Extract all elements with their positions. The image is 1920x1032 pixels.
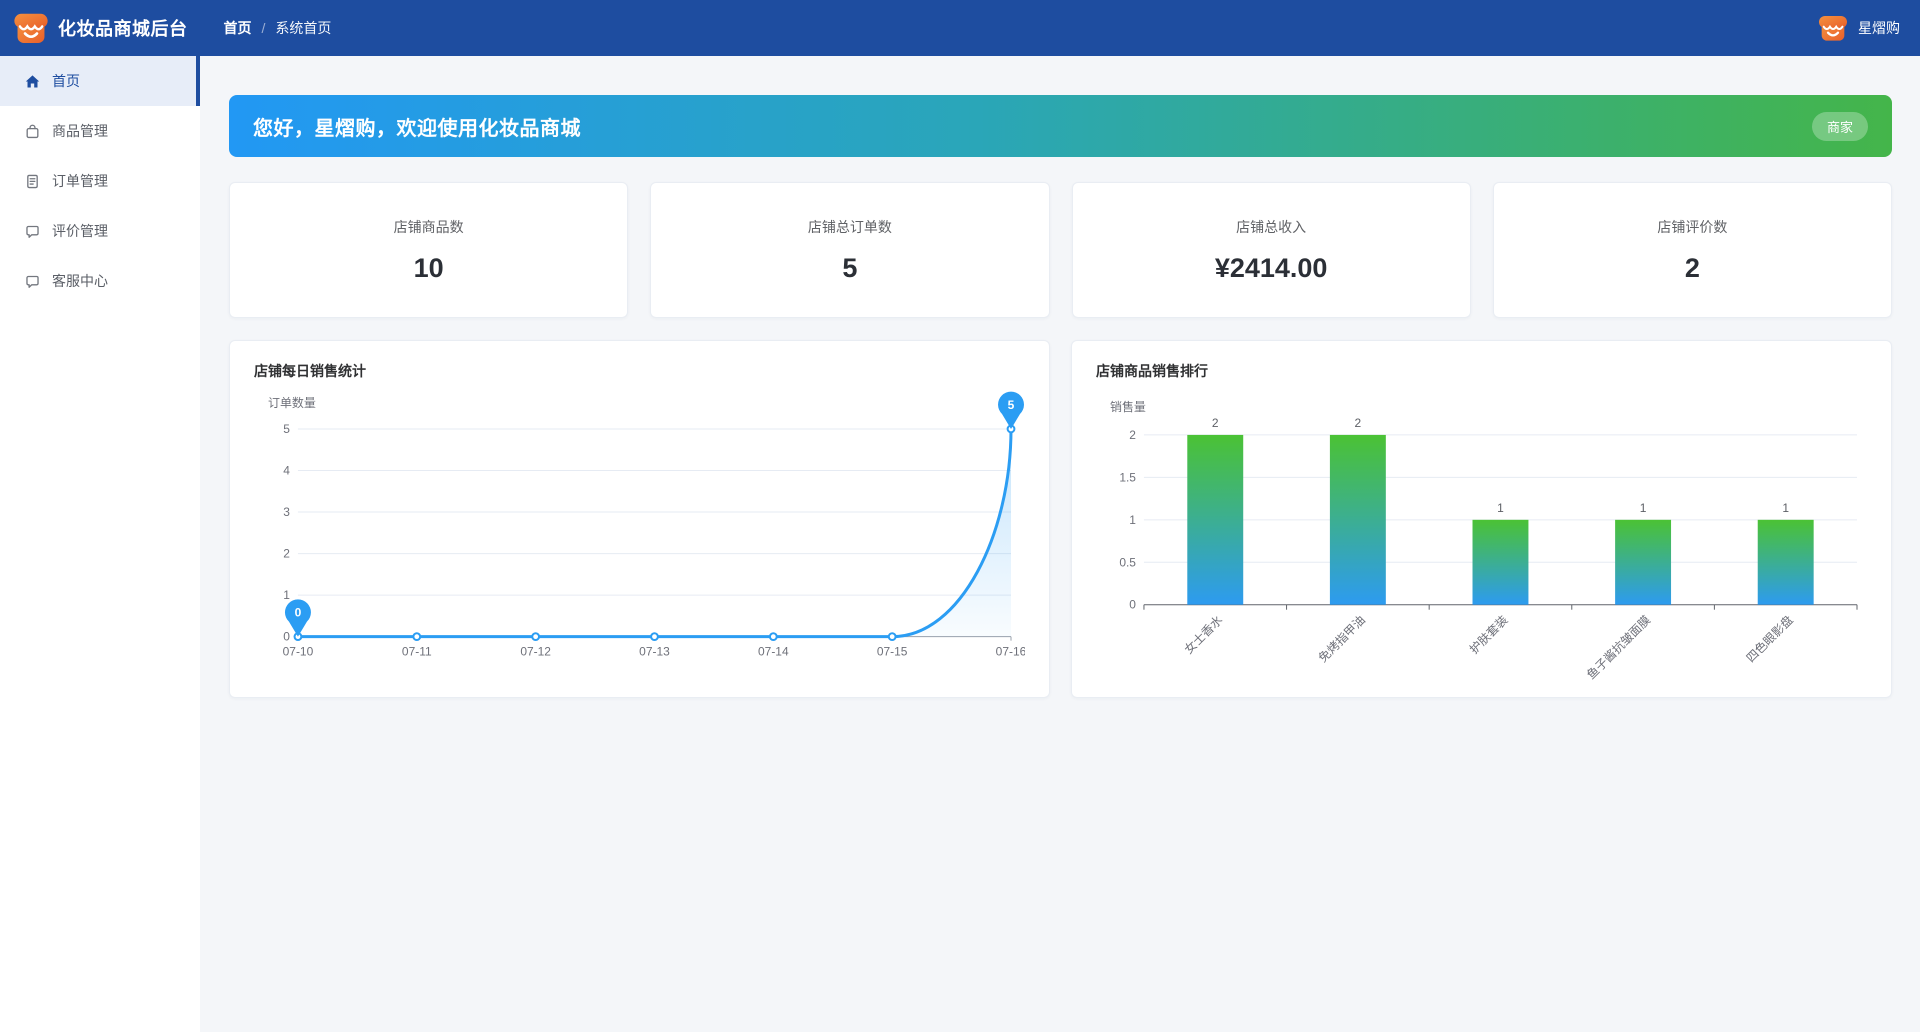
- sidebar-item-label: 商品管理: [52, 121, 108, 141]
- svg-text:2: 2: [283, 547, 290, 561]
- svg-text:07-14: 07-14: [758, 645, 789, 659]
- sidebar-item-home[interactable]: 首页: [0, 56, 200, 106]
- svg-text:1: 1: [283, 588, 290, 602]
- user-name: 星熠购: [1858, 18, 1900, 38]
- top-header: 化妆品商城后台 首页 / 系统首页 星熠购: [0, 0, 1920, 56]
- welcome-banner: 您好，星熠购，欢迎使用化妆品商城 商家: [229, 95, 1892, 157]
- svg-text:3: 3: [283, 505, 290, 519]
- svg-text:女士香水: 女士香水: [1181, 612, 1225, 656]
- stat-card-product-count: 店铺商品数 10: [229, 182, 628, 318]
- main-content: 您好，星熠购，欢迎使用化妆品商城 商家 店铺商品数 10 店铺总订单数 5 店铺…: [200, 56, 1920, 1032]
- app-logo-icon: [12, 9, 50, 47]
- svg-text:07-11: 07-11: [402, 645, 432, 659]
- svg-text:1.5: 1.5: [1119, 470, 1136, 484]
- sidebar-item-label: 订单管理: [52, 171, 108, 191]
- svg-text:1: 1: [1497, 501, 1504, 515]
- stat-card-order-count: 店铺总订单数 5: [650, 182, 1049, 318]
- stats-row: 店铺商品数 10 店铺总订单数 5 店铺总收入 ¥2414.00 店铺评价数 2: [229, 182, 1892, 318]
- sidebar-item-customer-service[interactable]: 客服中心: [0, 256, 200, 306]
- sidebar-item-products[interactable]: 商品管理: [0, 106, 200, 156]
- svg-text:5: 5: [283, 422, 290, 436]
- stat-value: ¥2414.00: [1215, 253, 1328, 284]
- sidebar-nav: 首页 商品管理 订单管理: [0, 56, 200, 1032]
- sidebar-item-label: 首页: [52, 71, 80, 91]
- svg-text:免烤指甲油: 免烤指甲油: [1315, 612, 1368, 665]
- svg-text:2: 2: [1212, 416, 1219, 430]
- review-chat-icon: [24, 223, 41, 240]
- stat-card-total-revenue: 店铺总收入 ¥2414.00: [1072, 182, 1471, 318]
- svg-text:4: 4: [283, 463, 290, 477]
- app-title: 化妆品商城后台: [58, 15, 188, 41]
- order-document-icon: [24, 173, 41, 190]
- product-sales-bar-chart: 0 0.5 1 1.5 2 销售量 2 女士香水 2 免烤指甲油 1 护肤套装 1 鱼子酱抗皱面膜 1 四色眼…: [1096, 383, 1867, 687]
- user-avatar: [1816, 11, 1850, 45]
- sidebar-item-label: 客服中心: [52, 271, 108, 291]
- stat-card-review-count: 店铺评价数 2: [1493, 182, 1892, 318]
- stat-value: 5: [842, 253, 857, 284]
- breadcrumb-current[interactable]: 系统首页: [275, 18, 331, 38]
- svg-text:0: 0: [283, 630, 290, 644]
- svg-text:销售量: 销售量: [1110, 399, 1146, 414]
- sidebar-item-orders[interactable]: 订单管理: [0, 156, 200, 206]
- svg-text:07-16: 07-16: [996, 645, 1025, 659]
- svg-text:1: 1: [1640, 501, 1647, 515]
- charts-row: 店铺每日销售统计 01234507-1007-1107-1207-1307-14…: [229, 340, 1892, 698]
- svg-text:0: 0: [295, 606, 302, 620]
- sidebar-item-label: 评价管理: [52, 221, 108, 241]
- svg-text:鱼子酱抗皱面膜: 鱼子酱抗皱面膜: [1583, 612, 1653, 682]
- svg-text:0: 0: [1129, 598, 1136, 612]
- svg-text:07-12: 07-12: [520, 645, 551, 659]
- chart-title: 店铺每日销售统计: [254, 361, 1025, 381]
- svg-text:5: 5: [1008, 398, 1015, 412]
- svg-text:0.5: 0.5: [1119, 555, 1136, 569]
- svg-text:07-15: 07-15: [877, 645, 908, 659]
- product-ranking-chart-card: 店铺商品销售排行 0 0.5 1 1.5 2 销售量 2 女士香水 2 免烤指甲油 1 护肤套装 1 鱼子…: [1071, 340, 1892, 698]
- breadcrumb: 首页 / 系统首页: [224, 18, 332, 38]
- svg-text:1: 1: [1782, 501, 1789, 515]
- customer-service-icon: [24, 273, 41, 290]
- svg-text:2: 2: [1129, 428, 1136, 442]
- daily-sales-chart-card: 店铺每日销售统计 01234507-1007-1107-1207-1307-14…: [229, 340, 1050, 698]
- stat-value: 10: [414, 253, 444, 284]
- chart-title: 店铺商品销售排行: [1096, 361, 1867, 381]
- svg-text:订单数量: 订单数量: [268, 395, 316, 410]
- welcome-message: 您好，星熠购，欢迎使用化妆品商城: [253, 112, 581, 141]
- svg-text:1: 1: [1129, 513, 1136, 527]
- stat-label: 店铺总订单数: [808, 217, 892, 237]
- user-menu[interactable]: 星熠购: [1816, 11, 1900, 45]
- role-badge: 商家: [1812, 112, 1868, 141]
- daily-sales-line-chart: 01234507-1007-1107-1207-1307-1407-1507-1…: [254, 383, 1025, 679]
- stat-label: 店铺商品数: [394, 217, 464, 237]
- svg-text:护肤套装: 护肤套装: [1466, 612, 1510, 656]
- stat-value: 2: [1685, 253, 1700, 284]
- svg-text:四色眼影盘: 四色眼影盘: [1743, 612, 1796, 665]
- breadcrumb-separator: /: [262, 20, 266, 36]
- stat-label: 店铺评价数: [1657, 217, 1727, 237]
- svg-text:07-13: 07-13: [639, 645, 670, 659]
- stat-label: 店铺总收入: [1236, 217, 1306, 237]
- home-icon: [24, 73, 41, 90]
- sidebar-item-reviews[interactable]: 评价管理: [0, 206, 200, 256]
- breadcrumb-home[interactable]: 首页: [224, 18, 252, 38]
- svg-text:07-10: 07-10: [283, 645, 314, 659]
- svg-text:2: 2: [1355, 416, 1362, 430]
- shopping-bag-icon: [24, 123, 41, 140]
